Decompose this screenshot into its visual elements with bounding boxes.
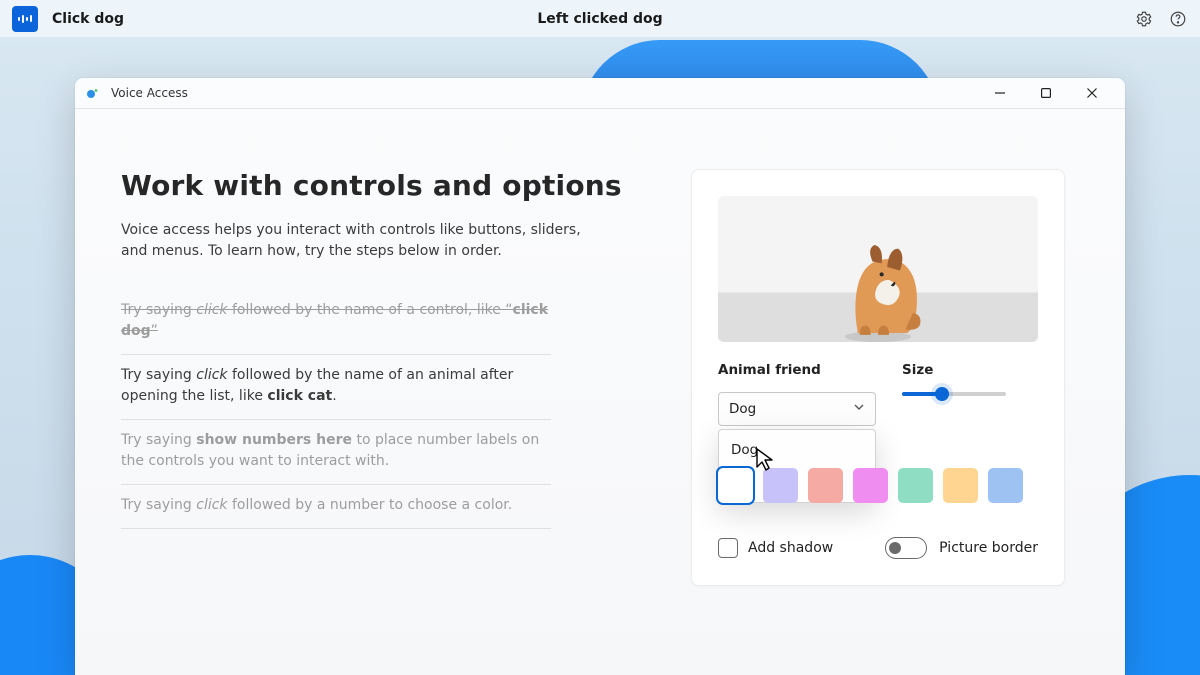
tutorial-step: Try saying click followed by a number to…: [121, 485, 551, 529]
app-window: Voice Access Work with controls and opti…: [75, 78, 1125, 675]
page-heading: Work with controls and options: [121, 169, 651, 202]
color-swatch[interactable]: [853, 468, 888, 503]
size-slider[interactable]: [902, 392, 1006, 396]
window-title: Voice Access: [111, 86, 188, 100]
dog-illustration: [823, 234, 933, 342]
slider-thumb[interactable]: [935, 387, 949, 401]
page-description: Voice access helps you interact with con…: [121, 220, 581, 262]
tutorial-step: Try saying click followed by the name of…: [121, 290, 551, 355]
add-shadow-label: Add shadow: [748, 540, 833, 556]
chevron-down-icon: [853, 401, 865, 417]
animal-selected-value: Dog: [729, 401, 756, 417]
animal-label: Animal friend: [718, 362, 876, 378]
color-swatch[interactable]: [718, 468, 753, 503]
voice-confirmation-text: Left clicked dog: [537, 11, 662, 27]
settings-icon[interactable]: [1134, 9, 1154, 29]
instructions-panel: Work with controls and options Voice acc…: [121, 169, 651, 675]
mic-button[interactable]: [12, 6, 38, 32]
voice-access-topbar: Click dog Left clicked dog: [0, 0, 1200, 37]
picture-border-label: Picture border: [939, 540, 1038, 556]
help-icon[interactable]: [1168, 9, 1188, 29]
color-swatch[interactable]: [898, 468, 933, 503]
minimize-button[interactable]: [977, 78, 1023, 109]
tutorial-step: Try saying show numbers here to place nu…: [121, 420, 551, 485]
tutorial-steps: Try saying click followed by the name of…: [121, 290, 651, 529]
size-label: Size: [902, 362, 1038, 378]
titlebar: Voice Access: [75, 78, 1125, 109]
demo-card: Animal friend Dog DogCat Si: [691, 169, 1065, 586]
picture-border-toggle[interactable]: [885, 537, 927, 559]
color-swatches: [718, 468, 1038, 503]
color-swatch[interactable]: [808, 468, 843, 503]
preview-canvas: [718, 196, 1038, 342]
maximize-button[interactable]: [1023, 78, 1069, 109]
color-swatch[interactable]: [988, 468, 1023, 503]
voice-heard-text: Click dog: [52, 11, 124, 27]
color-swatch[interactable]: [943, 468, 978, 503]
tutorial-step: Try saying click followed by the name of…: [121, 355, 551, 420]
mic-wave-icon: [18, 15, 32, 23]
animal-option[interactable]: Dog: [719, 434, 875, 466]
close-button[interactable]: [1069, 78, 1115, 109]
add-shadow-checkbox[interactable]: [718, 538, 738, 558]
animal-select[interactable]: Dog: [718, 392, 876, 426]
color-swatch[interactable]: [763, 468, 798, 503]
app-icon: [85, 85, 101, 101]
